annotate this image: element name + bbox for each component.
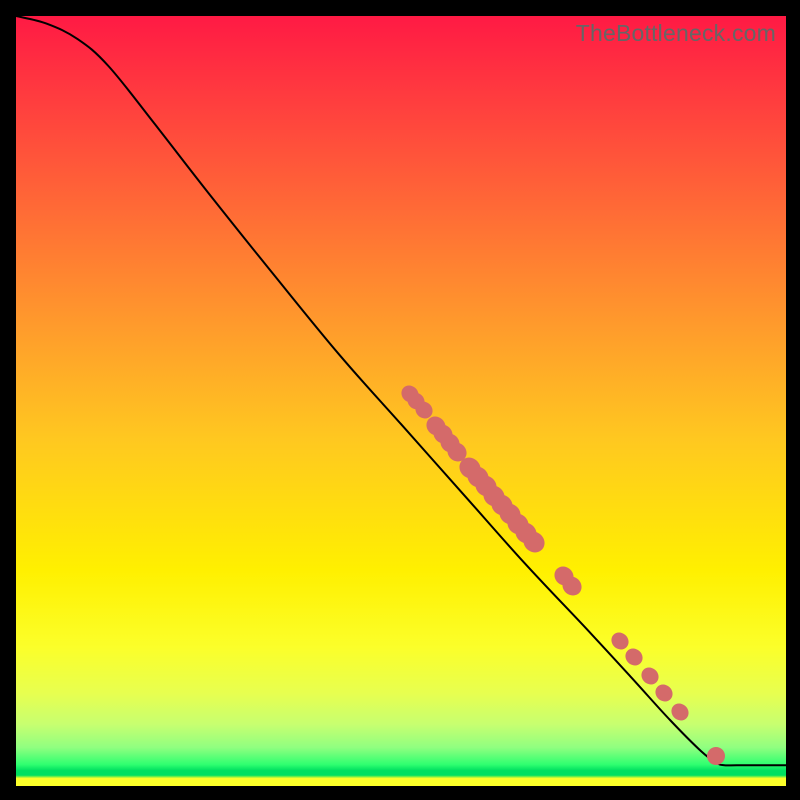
data-point — [622, 645, 646, 669]
chart-stage: TheBottleneck.com — [0, 0, 800, 800]
plot-area: TheBottleneck.com — [16, 16, 786, 786]
data-point — [608, 629, 632, 653]
curve-line — [16, 16, 786, 765]
dot-layer — [398, 382, 729, 769]
data-point — [638, 664, 662, 688]
chart-svg — [16, 16, 786, 786]
data-point — [652, 681, 676, 705]
